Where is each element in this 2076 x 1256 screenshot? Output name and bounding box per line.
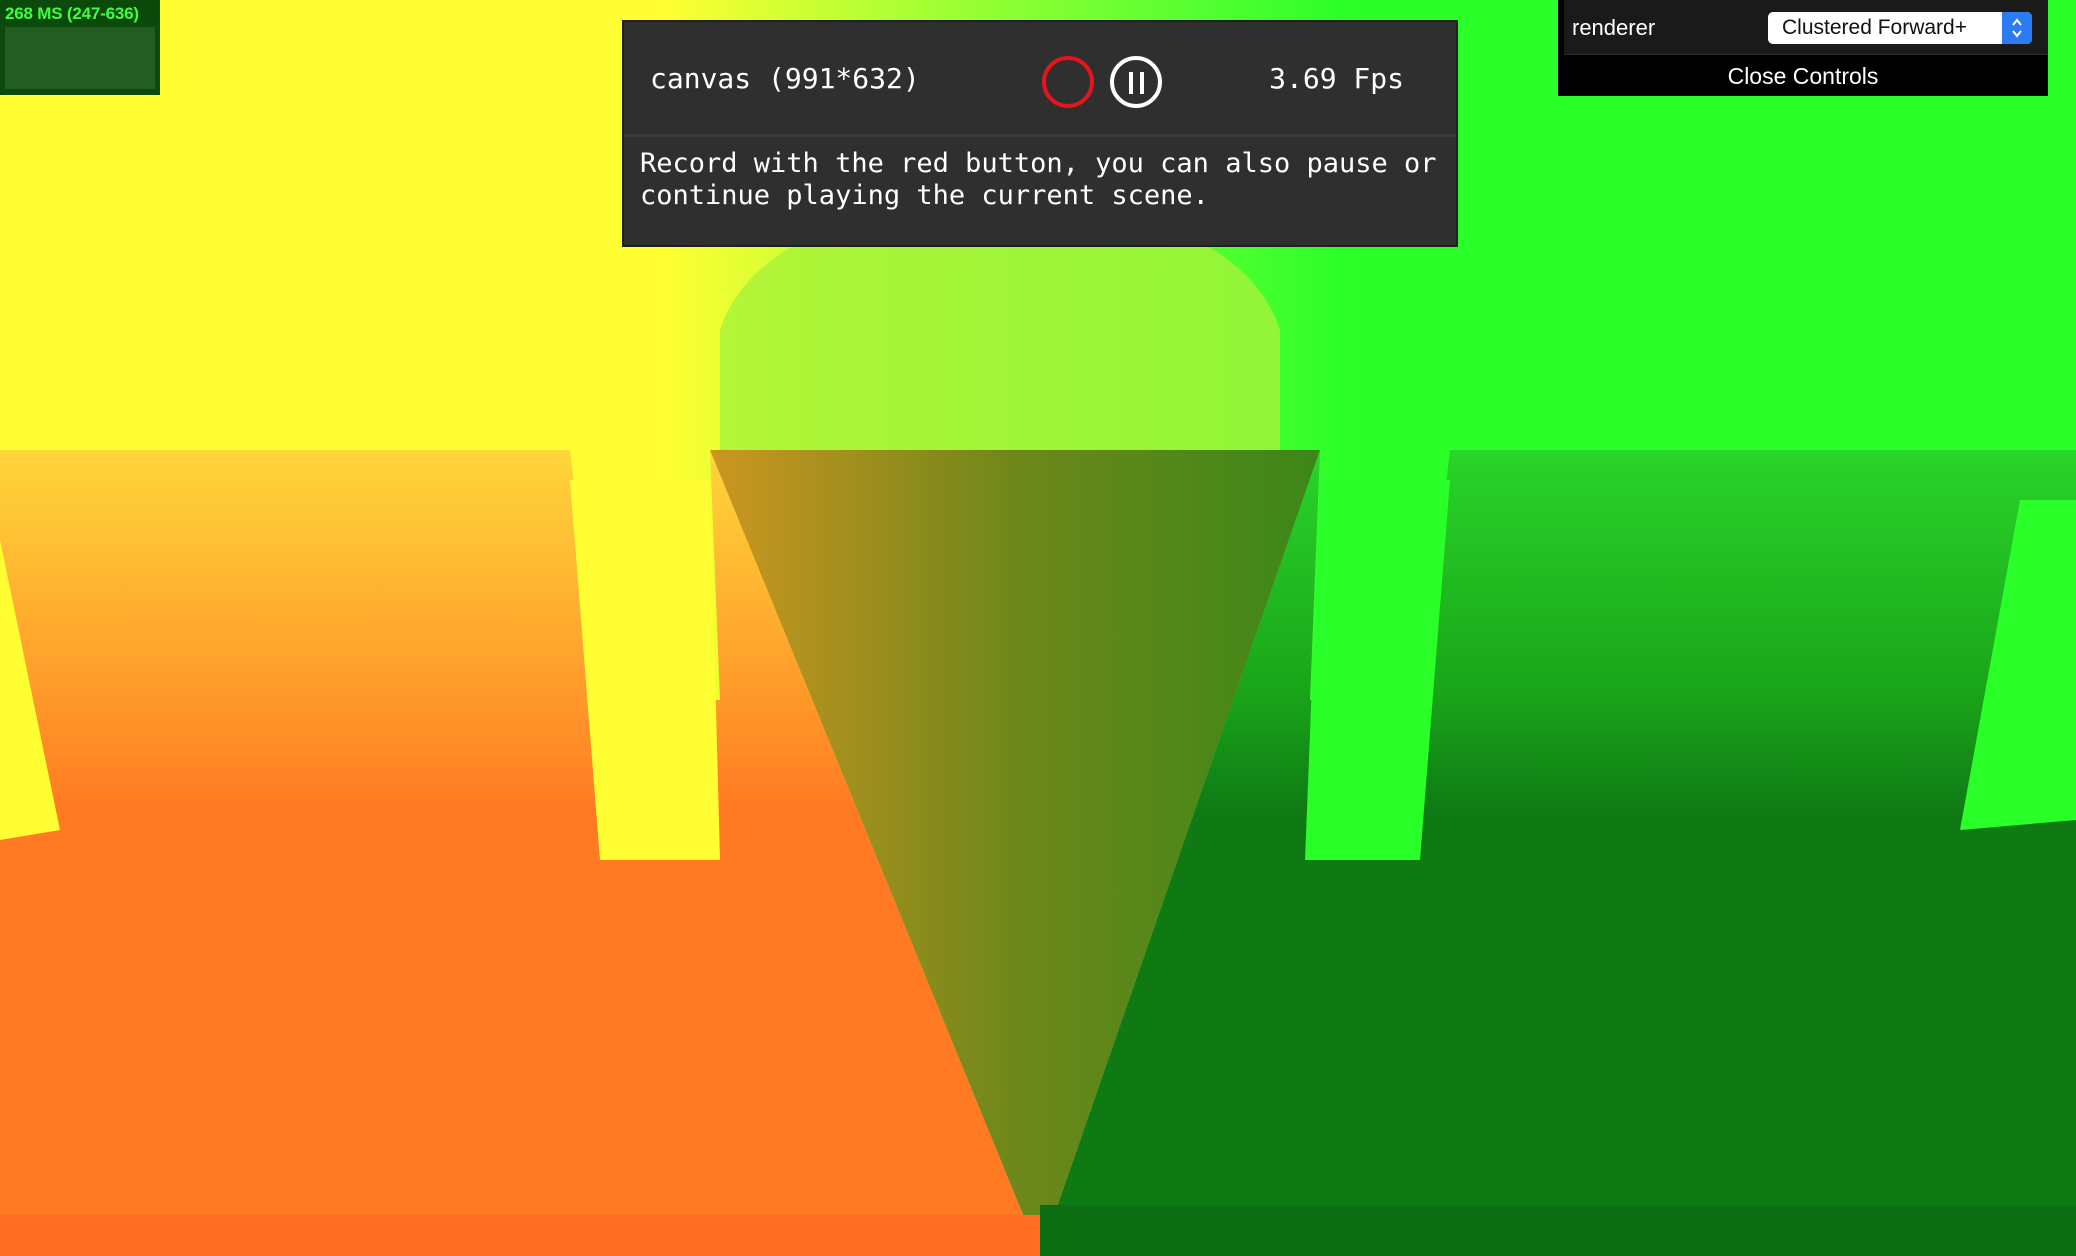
frame-time-graph — [5, 27, 155, 89]
canvas-size-label: canvas (991*632) — [650, 62, 920, 95]
recorder-toolbar: canvas (991*632) 3.69 Fps — [624, 22, 1456, 137]
renderer-select[interactable]: Clustered Forward+ — [1768, 12, 2032, 44]
stats-panel[interactable]: 268 MS (247-636) — [0, 0, 160, 95]
frame-time-label: 268 MS (247-636) — [5, 4, 139, 23]
fps-readout: 3.69 Fps — [1269, 62, 1404, 95]
renderer-row: renderer Clustered Forward+ — [1564, 0, 2048, 55]
pause-icon — [1129, 72, 1133, 94]
close-controls-button[interactable]: Close Controls — [1558, 56, 2048, 96]
renderer-label: renderer — [1572, 15, 1656, 40]
renderer-selected-value: Clustered Forward+ — [1782, 16, 1967, 39]
recorder-panel: canvas (991*632) 3.69 Fps Record with th… — [622, 20, 1458, 247]
record-button[interactable] — [1042, 56, 1094, 108]
recorder-description: Record with the red button, you can also… — [640, 148, 1437, 211]
select-arrows-icon — [2002, 12, 2032, 44]
pause-button[interactable] — [1110, 56, 1162, 108]
controls-panel: renderer Clustered Forward+ Close Contro… — [1558, 0, 2048, 96]
